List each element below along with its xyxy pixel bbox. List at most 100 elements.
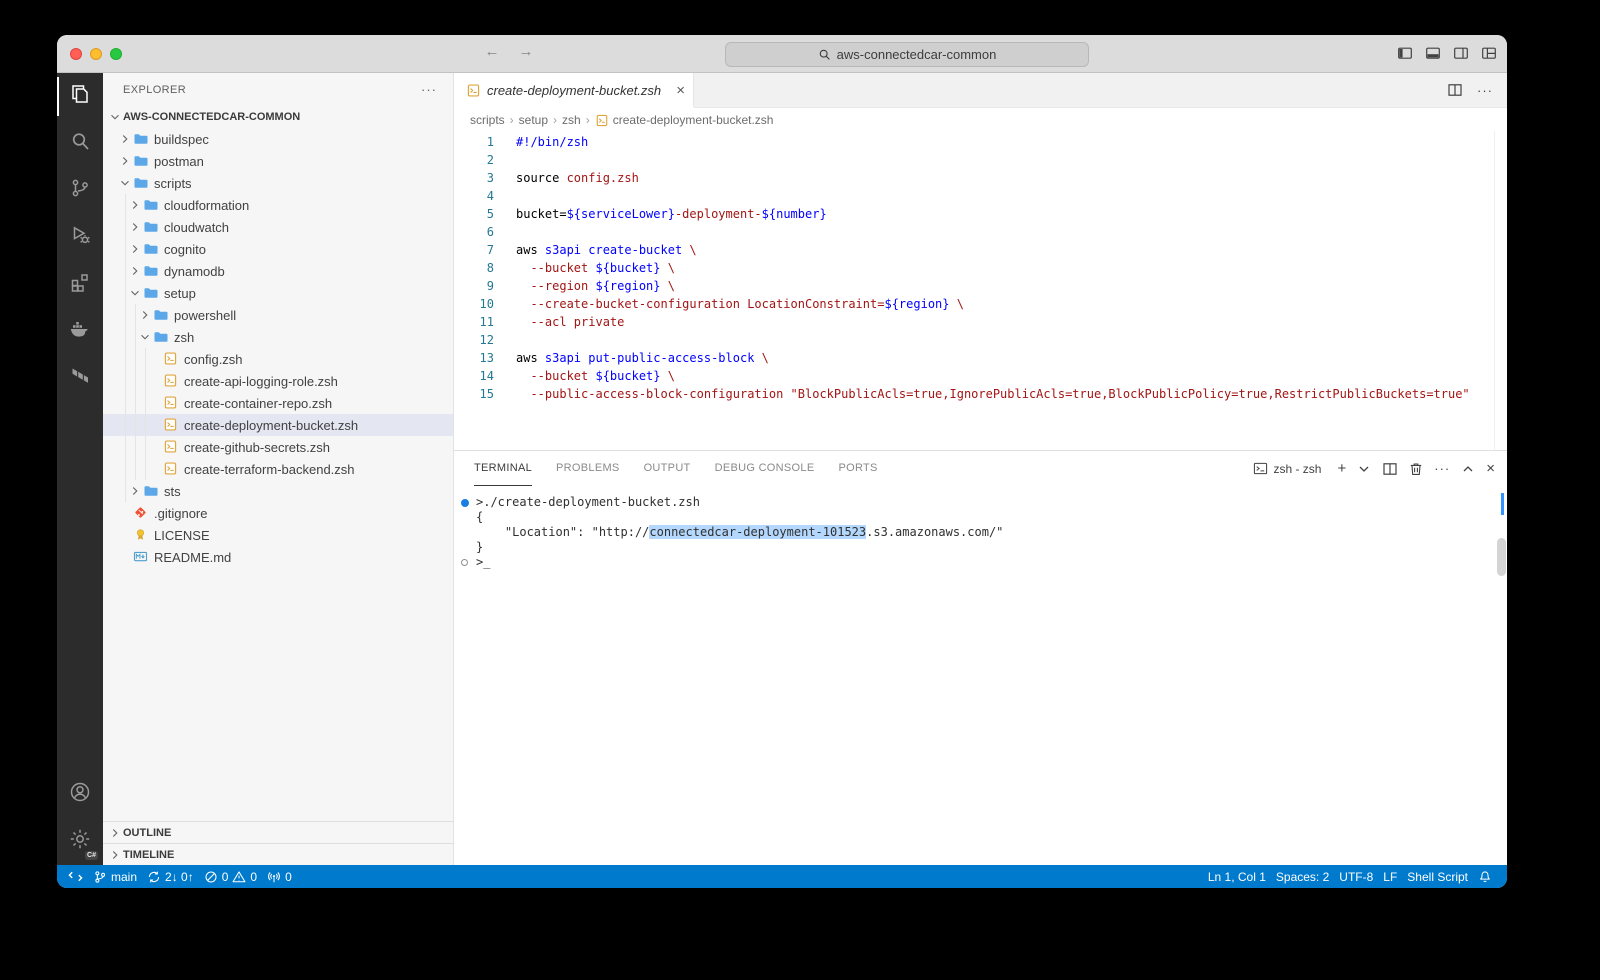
shell-file-icon — [163, 417, 179, 433]
terminal-dropdown-chevron-icon[interactable] — [1356, 461, 1372, 477]
encoding[interactable]: UTF-8 — [1334, 865, 1378, 888]
timeline-section[interactable]: TIMELINE — [103, 843, 453, 865]
tree-file-create-deployment-bucket.zsh[interactable]: create-deployment-bucket.zsh — [103, 414, 453, 436]
toggle-secondary-sidebar-icon[interactable] — [1453, 45, 1469, 61]
status-bar-right: Ln 1, Col 1 Spaces: 2 UTF-8 LF Shell Scr… — [1203, 865, 1497, 888]
tree-file-LICENSE[interactable]: LICENSE — [103, 524, 453, 546]
back-icon[interactable]: ← — [483, 43, 501, 60]
panel-tab-debug-console[interactable]: DEBUG CONSOLE — [715, 451, 815, 486]
tree-folder-postman[interactable]: postman — [103, 150, 453, 172]
notifications[interactable] — [1473, 865, 1497, 888]
tree-folder-cloudformation[interactable]: cloudformation — [103, 194, 453, 216]
tree-folder-zsh[interactable]: zsh — [103, 326, 453, 348]
breadcrumb-separator: › — [509, 112, 514, 127]
toggle-panel-icon[interactable] — [1425, 45, 1441, 61]
tree-file-create-github-secrets.zsh[interactable]: create-github-secrets.zsh — [103, 436, 453, 458]
activity-source-control[interactable] — [57, 167, 103, 214]
problems-status[interactable]: 0 0 — [199, 865, 262, 888]
tree-folder-sts[interactable]: sts — [103, 480, 453, 502]
eol-sequence[interactable]: LF — [1378, 865, 1402, 888]
minimize-window-button[interactable] — [90, 48, 102, 60]
zoom-window-button[interactable] — [110, 48, 122, 60]
code-line: 4 — [454, 187, 1507, 205]
close-tab-icon[interactable]: × — [676, 83, 685, 98]
tree-file-README.md[interactable]: README.md — [103, 546, 453, 568]
tree-folder-scripts[interactable]: scripts — [103, 172, 453, 194]
command-placeholder-decoration-icon[interactable] — [461, 559, 468, 566]
code-text: aws s3api put-public-access-block \ — [516, 351, 769, 365]
root-folder-label: AWS-CONNECTEDCAR-COMMON — [123, 111, 301, 123]
activity-manage[interactable]: C# — [57, 818, 103, 865]
tree-item-label: scripts — [154, 175, 192, 191]
tree-folder-buildspec[interactable]: buildspec — [103, 128, 453, 150]
new-terminal-icon[interactable]: + — [1337, 461, 1346, 476]
branch-status[interactable]: main — [88, 865, 142, 888]
tree-file-config.zsh[interactable]: config.zsh — [103, 348, 453, 370]
tree-item-label: powershell — [174, 307, 237, 323]
remote-indicator[interactable] — [63, 865, 88, 888]
activity-accounts[interactable] — [57, 771, 103, 818]
breadcrumb-item-create-deployment-bucket.zsh[interactable]: create-deployment-bucket.zsh — [595, 113, 773, 127]
panel-tab-problems[interactable]: PROBLEMS — [556, 451, 620, 486]
terraform-icon — [68, 364, 92, 393]
tree-folder-dynamodb[interactable]: dynamodb — [103, 260, 453, 282]
split-editor-icon[interactable] — [1447, 82, 1463, 98]
panel-more-actions-icon[interactable]: ··· — [1434, 461, 1450, 476]
shell-file-icon — [163, 461, 179, 477]
outline-section[interactable]: OUTLINE — [103, 821, 453, 843]
sync-status[interactable]: 2↓ 0↑ — [142, 865, 199, 888]
explorer-more-actions-icon[interactable]: ··· — [421, 82, 437, 97]
tree-folder-cloudwatch[interactable]: cloudwatch — [103, 216, 453, 238]
editor-more-actions-icon[interactable]: ··· — [1477, 83, 1493, 98]
activity-docker[interactable] — [57, 308, 103, 355]
command-decoration-icon[interactable] — [461, 499, 469, 507]
tree-file-create-container-repo.zsh[interactable]: create-container-repo.zsh — [103, 392, 453, 414]
code-line: 3 source config.zsh — [454, 169, 1507, 187]
activity-search[interactable] — [57, 120, 103, 167]
command-center[interactable]: aws-connectedcar-common — [725, 42, 1089, 67]
breadcrumb-item-setup[interactable]: setup — [519, 113, 548, 127]
split-terminal-icon[interactable] — [1382, 461, 1398, 477]
chevron-right-icon — [107, 847, 123, 863]
activity-extensions[interactable] — [57, 261, 103, 308]
maximize-panel-icon[interactable] — [1460, 461, 1476, 477]
breadcrumb-item-scripts[interactable]: scripts — [470, 113, 505, 127]
terminal-instance-tab[interactable]: zsh - zsh — [1252, 461, 1321, 477]
breadcrumb-item-zsh[interactable]: zsh — [562, 113, 581, 127]
activity-explorer[interactable] — [57, 73, 103, 120]
cursor-position[interactable]: Ln 1, Col 1 — [1203, 865, 1271, 888]
tree-folder-setup[interactable]: setup — [103, 282, 453, 304]
customize-layout-icon[interactable] — [1481, 45, 1497, 61]
panel-tab-output[interactable]: OUTPUT — [644, 451, 691, 486]
toggle-sidebar-icon[interactable] — [1397, 45, 1413, 61]
panel-tab-terminal[interactable]: TERMINAL — [474, 451, 533, 486]
language-mode[interactable]: Shell Script — [1402, 865, 1473, 888]
indentation[interactable]: Spaces: 2 — [1271, 865, 1334, 888]
tree-file-create-api-logging-role.zsh[interactable]: create-api-logging-role.zsh — [103, 370, 453, 392]
chevron-down-icon — [107, 109, 123, 125]
ports-status[interactable]: 0 — [262, 865, 297, 888]
activity-terraform[interactable] — [57, 355, 103, 402]
close-window-button[interactable] — [70, 48, 82, 60]
explorer-sidebar: EXPLORER ··· AWS-CONNECTEDCAR-COMMON bui… — [103, 73, 454, 865]
tree-file-.gitignore[interactable]: .gitignore — [103, 502, 453, 524]
panel-tab-ports[interactable]: PORTS — [838, 451, 877, 486]
kill-terminal-icon[interactable] — [1408, 461, 1424, 477]
error-icon — [204, 870, 218, 884]
tree-item-label: create-github-secrets.zsh — [184, 439, 330, 455]
tree-file-create-terraform-backend.zsh[interactable]: create-terraform-backend.zsh — [103, 458, 453, 480]
close-panel-icon[interactable]: × — [1486, 461, 1495, 476]
tree-folder-powershell[interactable]: powershell — [103, 304, 453, 326]
forward-icon[interactable]: → — [517, 43, 535, 60]
activity-run-and-debug[interactable] — [57, 214, 103, 261]
tree-folder-cognito[interactable]: cognito — [103, 238, 453, 260]
chevron-icon — [127, 483, 143, 499]
explorer-title: EXPLORER — [123, 83, 187, 96]
editor-tab-create-deployment-bucket[interactable]: create-deployment-bucket.zsh × — [454, 73, 694, 107]
code-line: 8 --bucket ${bucket} \ — [454, 259, 1507, 277]
terminal-output[interactable]: >./create-deployment-bucket.zsh{ "Locati… — [454, 486, 1507, 865]
code-editor[interactable]: 1 #!/bin/zsh 2 3 source config.zsh 4 5 bucket… — [454, 131, 1507, 450]
explorer-root-folder[interactable]: AWS-CONNECTEDCAR-COMMON — [103, 106, 453, 128]
indent-guide — [135, 436, 136, 458]
